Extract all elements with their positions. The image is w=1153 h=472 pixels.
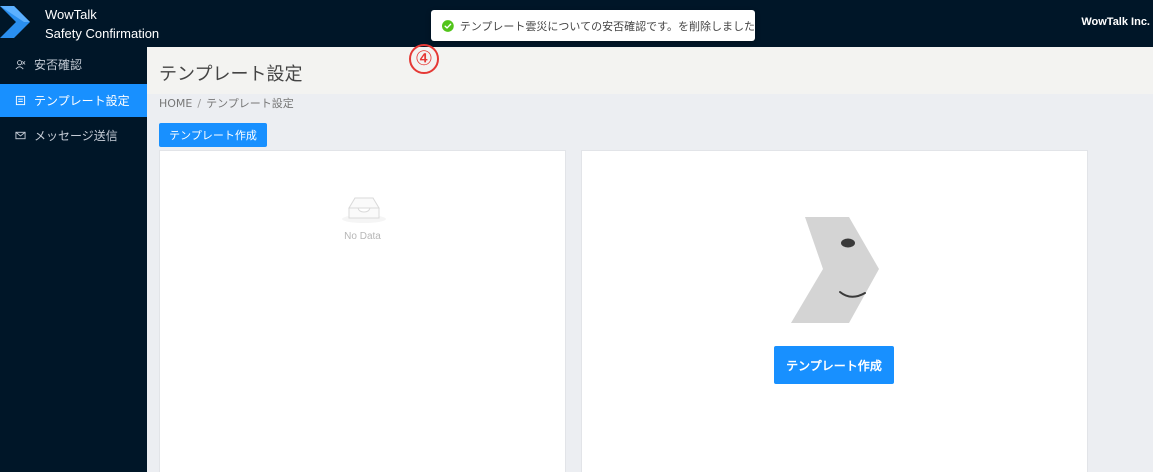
template-icon [14,95,26,107]
sidebar-item-label: テンプレート設定 [34,94,130,108]
breadcrumb-home[interactable]: HOME [159,97,192,110]
toast-message: テンプレート雲災についての安否確認です。を削除しました [459,19,755,33]
mail-icon [14,130,26,142]
breadcrumb-separator: / [197,97,202,110]
sidebar-item-label: 安否確認 [34,58,83,72]
brand-subtitle: Safety Confirmation [45,26,160,41]
template-detail-panel: テンプレート作成 [581,150,1088,472]
step-marker: ④ [409,44,439,74]
breadcrumb-current: テンプレート設定 [206,97,294,110]
template-list-panel: No Data [159,150,566,472]
company-name[interactable]: WowTalk Inc. [1081,16,1150,28]
people-icon [14,59,26,71]
sidebar-item-template-settings[interactable]: テンプレート設定 [0,84,147,117]
brand-name: WowTalk [45,7,97,22]
chevron-logo-icon[interactable] [0,4,36,40]
inbox-icon [342,197,386,223]
create-template-button[interactable]: テンプレート作成 [159,123,267,147]
create-template-main-button[interactable]: テンプレート作成 [774,346,894,384]
check-circle-icon [442,19,454,32]
page-title: テンプレート設定 [159,64,303,85]
sidebar-item-send-message[interactable]: メッセージ送信 [0,119,147,152]
app-brand[interactable]: WowTalk Safety Confirmation [45,5,159,43]
sidebar-item-label: メッセージ送信 [34,129,118,143]
wowtalk-mascot-icon [791,217,879,323]
breadcrumb: HOME / テンプレート設定 [159,95,294,111]
empty-state-text: No Data [344,231,381,242]
sidebar: 安否確認 テンプレート設定 メッセージ送信 [0,47,147,472]
sidebar-item-safety-confirmation[interactable]: 安否確認 [0,48,147,81]
page-header: テンプレート設定 [147,47,1153,94]
success-toast: テンプレート雲災についての安否確認です。を削除しました [431,10,755,41]
